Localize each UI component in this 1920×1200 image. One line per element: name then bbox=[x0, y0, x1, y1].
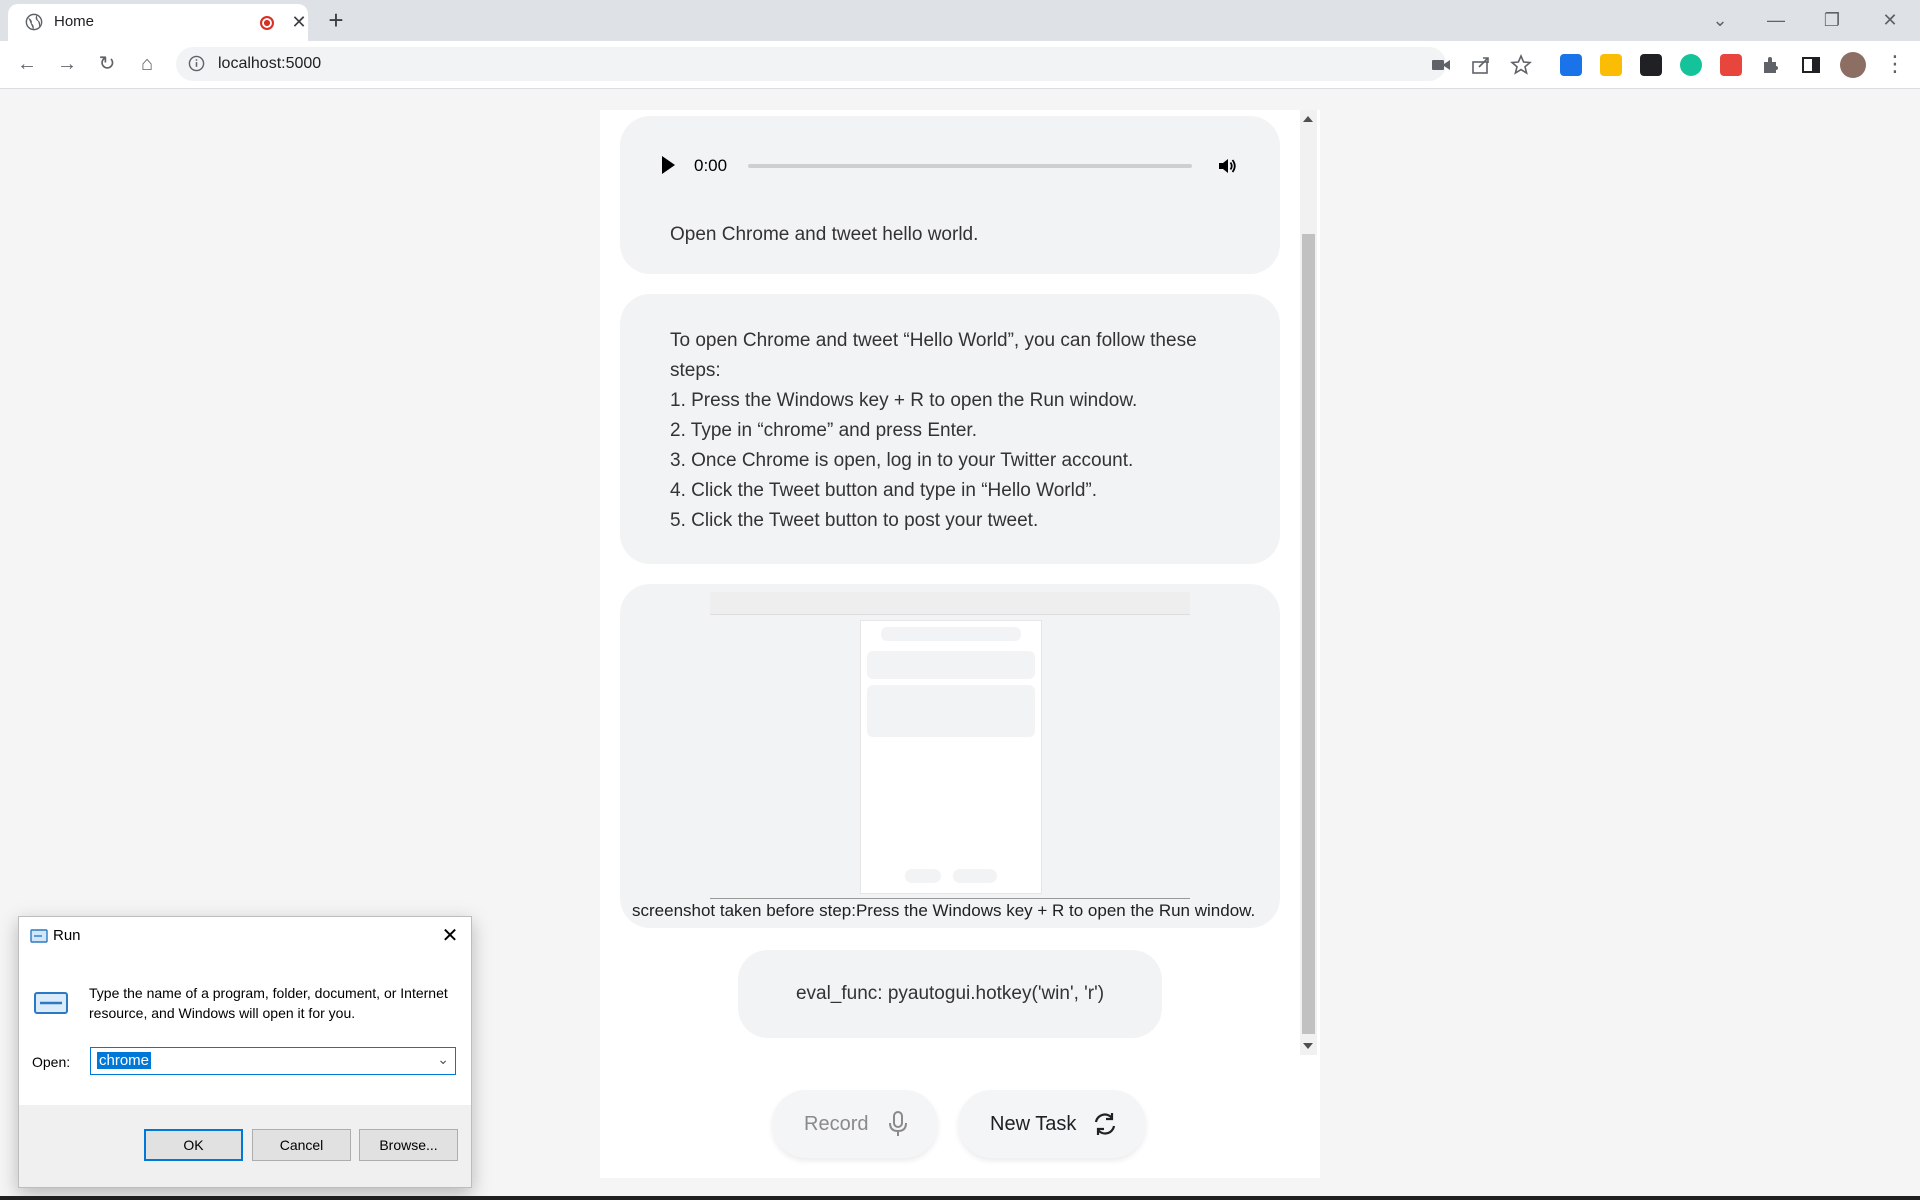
extension-pencil-icon[interactable] bbox=[1600, 54, 1622, 76]
thumbnail-page bbox=[860, 620, 1042, 894]
chevron-down-icon[interactable]: ⌄ bbox=[437, 1051, 449, 1068]
record-button[interactable]: Record bbox=[772, 1090, 938, 1158]
step-line: steps: bbox=[670, 360, 721, 381]
audio-player[interactable]: 0:00 bbox=[648, 146, 1238, 186]
tab-strip: Home ✕ + ⌄ — ❐ ✕ bbox=[0, 0, 1920, 41]
extension-dark-icon[interactable] bbox=[1640, 54, 1662, 76]
share-icon[interactable] bbox=[1470, 54, 1492, 76]
tab-close-icon[interactable]: ✕ bbox=[288, 11, 310, 33]
tab-home[interactable]: Home ✕ bbox=[8, 4, 308, 41]
globe-icon bbox=[25, 13, 43, 31]
thumbnail-new-task bbox=[953, 869, 997, 883]
chat-scroll-area[interactable]: 0:00 Open Chrome and tweet hello world. … bbox=[620, 110, 1280, 1055]
open-input-value[interactable]: chrome bbox=[97, 1052, 152, 1069]
thumbnail-divider bbox=[710, 898, 1190, 899]
side-panel-icon[interactable] bbox=[1800, 54, 1822, 76]
tab-search-icon[interactable]: ⌄ bbox=[1700, 6, 1740, 34]
thumbnail-greeting bbox=[881, 627, 1021, 641]
taskbar-edge bbox=[0, 1196, 1920, 1200]
microphone-icon bbox=[889, 1111, 907, 1136]
ok-button[interactable]: OK bbox=[144, 1129, 243, 1161]
chat-scrollbar[interactable] bbox=[1300, 110, 1317, 1055]
run-app-icon bbox=[30, 929, 48, 943]
audio-message-bubble: 0:00 Open Chrome and tweet hello world. bbox=[620, 116, 1280, 274]
step-line: 4. Click the Tweet button and type in “H… bbox=[670, 480, 1098, 501]
volume-icon[interactable] bbox=[1216, 155, 1238, 177]
thumbnail-steps-bubble bbox=[867, 685, 1035, 737]
step-screenshot-thumbnail[interactable] bbox=[710, 592, 1190, 902]
scrollbar-thumb[interactable] bbox=[1302, 234, 1315, 1034]
run-window-icon bbox=[34, 992, 68, 1014]
run-titlebar[interactable]: Run ✕ bbox=[19, 917, 471, 955]
user-message-text: Open Chrome and tweet hello world. bbox=[670, 224, 979, 245]
forward-button[interactable]: → bbox=[52, 49, 82, 79]
record-label: Record bbox=[804, 1113, 869, 1135]
new-tab-button[interactable]: + bbox=[322, 7, 350, 35]
menu-kebab-icon[interactable]: ⋮ bbox=[1880, 49, 1910, 79]
back-button[interactable]: ← bbox=[12, 49, 42, 79]
grammarly-icon[interactable] bbox=[1680, 54, 1702, 76]
audio-time: 0:00 bbox=[694, 156, 728, 175]
minimize-button[interactable]: — bbox=[1756, 6, 1796, 34]
new-task-button[interactable]: New Task bbox=[958, 1090, 1146, 1158]
run-body: Type the name of a program, folder, docu… bbox=[19, 955, 471, 1105]
recording-indicator-icon bbox=[260, 16, 274, 30]
step-line: 1. Press the Windows key + R to open the… bbox=[670, 390, 1138, 411]
url-text: localhost:5000 bbox=[218, 55, 322, 72]
screenshot-caption: screenshot taken before step:Press the W… bbox=[632, 901, 1256, 920]
run-description: Type the name of a program, folder, docu… bbox=[89, 985, 448, 1021]
new-task-label: New Task bbox=[990, 1113, 1077, 1135]
extensions-puzzle-icon[interactable] bbox=[1760, 54, 1782, 76]
profile-avatar[interactable] bbox=[1840, 52, 1866, 78]
audio-progress-bar[interactable] bbox=[748, 164, 1192, 168]
step-line: 5. Click the Tweet button to post your t… bbox=[670, 510, 1039, 531]
run-title: Run bbox=[53, 927, 81, 944]
browse-button[interactable]: Browse... bbox=[359, 1129, 458, 1161]
scroll-down-arrow-icon[interactable] bbox=[1303, 1043, 1313, 1049]
eval-func-text: eval_func: pyautogui.hotkey('win', 'r') bbox=[795, 983, 1105, 1004]
extension-red-icon[interactable] bbox=[1720, 54, 1742, 76]
camera-icon[interactable] bbox=[1430, 54, 1452, 76]
thumbnail-record bbox=[905, 869, 941, 883]
play-icon[interactable] bbox=[662, 156, 675, 174]
extension-s-icon[interactable] bbox=[1560, 54, 1582, 76]
thumbnail-browser-bar bbox=[710, 592, 1190, 615]
run-dialog: Run ✕ Type the name of a program, folder… bbox=[18, 916, 472, 1188]
refresh-icon bbox=[1094, 1113, 1116, 1135]
bookmark-star-icon[interactable] bbox=[1510, 54, 1532, 76]
browser-toolbar: ← → ↻ ⌂ localhost:5000 ⋮ bbox=[0, 41, 1920, 89]
step-line: To open Chrome and tweet “Hello World”, … bbox=[670, 330, 1197, 351]
info-icon[interactable] bbox=[188, 55, 205, 72]
assistant-steps: To open Chrome and tweet “Hello World”, … bbox=[670, 326, 1250, 536]
step-line: 3. Once Chrome is open, log in to your T… bbox=[670, 450, 1134, 471]
step-line: 2. Type in “chrome” and press Enter. bbox=[670, 420, 977, 441]
open-label: Open: bbox=[32, 1054, 71, 1070]
tab-title: Home bbox=[54, 13, 95, 30]
screenshot-bubble: screenshot taken before step:Press the W… bbox=[620, 584, 1280, 928]
scroll-up-arrow-icon[interactable] bbox=[1303, 116, 1313, 122]
address-bar[interactable]: localhost:5000 bbox=[176, 47, 1446, 81]
cancel-button[interactable]: Cancel bbox=[252, 1129, 351, 1161]
close-window-button[interactable]: ✕ bbox=[1870, 6, 1910, 34]
reload-button[interactable]: ↻ bbox=[92, 49, 122, 79]
eval-func-bubble: eval_func: pyautogui.hotkey('win', 'r') bbox=[738, 950, 1162, 1038]
run-close-icon[interactable]: ✕ bbox=[437, 923, 463, 949]
thumbnail-audio-bubble bbox=[867, 651, 1035, 679]
home-button[interactable]: ⌂ bbox=[132, 49, 162, 79]
open-combobox[interactable]: chrome ⌄ bbox=[90, 1047, 456, 1075]
restore-button[interactable]: ❐ bbox=[1812, 6, 1852, 34]
assistant-message-bubble: To open Chrome and tweet “Hello World”, … bbox=[620, 294, 1280, 564]
